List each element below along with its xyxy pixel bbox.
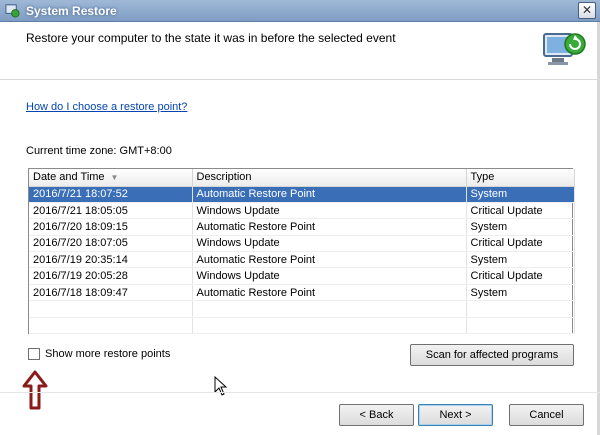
table-row[interactable]: 2016/7/20 18:07:05 Windows Update Critical… [29, 235, 575, 253]
mouse-cursor-icon [214, 376, 228, 396]
page-heading: Restore your computer to the state it wa… [26, 31, 396, 45]
table-cell: Windows Update [192, 235, 467, 253]
table-cell: 2016/7/20 18:07:05 [29, 235, 193, 253]
table-cell: Automatic Restore Point [192, 284, 467, 302]
system-restore-app-icon [5, 4, 20, 18]
table-cell: Windows Update [192, 202, 467, 220]
table-cell [29, 317, 193, 335]
table-row [29, 317, 575, 335]
show-more-label[interactable]: Show more restore points [45, 348, 170, 360]
table-cell: Critical Update [466, 202, 575, 220]
restore-computer-graphic [543, 33, 586, 65]
column-header-description-label: Description [196, 171, 252, 184]
table-cell: Critical Update [466, 267, 575, 285]
close-button[interactable]: ✕ [578, 2, 596, 19]
table-row[interactable]: 2016/7/20 18:09:15 Automatic Restore Poin… [29, 218, 575, 236]
footer-divider [0, 392, 600, 393]
show-more-checkbox[interactable] [28, 348, 40, 360]
table-cell: Automatic Restore Point [192, 186, 467, 203]
column-header-type-label: Type [470, 171, 495, 184]
column-header-date[interactable]: Date and Time ▼ [29, 169, 193, 187]
table-cell: Windows Update [192, 267, 467, 285]
table-cell: 2016/7/20 18:09:15 [29, 218, 193, 236]
table-cell: Critical Update [466, 235, 575, 253]
help-link[interactable]: How do I choose a restore point? [26, 101, 187, 113]
table-cell: 2016/7/18 18:09:47 [29, 284, 193, 302]
table-cell: 2016/7/21 18:07:52 [29, 186, 193, 203]
table-cell [192, 317, 467, 335]
table-cell [466, 300, 575, 318]
table-row[interactable]: 2016/7/19 20:05:28 Windows Update Critical… [29, 267, 575, 285]
restore-points-table[interactable]: Date and Time ▼ Description Type 2016/7/2… [28, 168, 575, 335]
table-cell: System [466, 251, 575, 269]
title-bar: System Restore ✕ [0, 0, 600, 22]
column-header-description[interactable]: Description [192, 169, 467, 187]
table-row[interactable]: 2016/7/21 18:05:05 Windows Update Critical… [29, 202, 575, 220]
table-header-row: Date and Time ▼ Description Type [29, 169, 575, 187]
scan-programs-button[interactable]: Scan for affected programs [410, 344, 574, 366]
table-cell: System [466, 218, 575, 236]
table-row[interactable]: 2016/7/21 18:07:52 Automatic Restore Poin… [29, 186, 575, 203]
table-cell: System [466, 186, 575, 203]
up-arrow-annotation-icon [22, 370, 48, 410]
table-row [29, 300, 575, 318]
header-panel: Restore your computer to the state it wa… [0, 22, 600, 80]
table-cell [466, 317, 575, 335]
table-cell: System [466, 284, 575, 302]
table-cell: 2016/7/19 20:05:28 [29, 267, 193, 285]
window-title: System Restore [26, 4, 117, 18]
timezone-label: Current time zone: GMT+8:00 [26, 145, 172, 157]
table-cell [29, 300, 193, 318]
next-button[interactable]: Next > [418, 404, 493, 426]
cancel-button[interactable]: Cancel [509, 404, 584, 426]
table-cell: Automatic Restore Point [192, 218, 467, 236]
table-cell [192, 300, 467, 318]
column-header-type[interactable]: Type [466, 169, 575, 187]
table-row[interactable]: 2016/7/19 20:35:14 Automatic Restore Poin… [29, 251, 575, 269]
table-cell: 2016/7/21 18:05:05 [29, 202, 193, 220]
table-row[interactable]: 2016/7/18 18:09:47 Automatic Restore Poin… [29, 284, 575, 302]
close-icon: ✕ [581, 3, 593, 17]
back-button[interactable]: < Back [339, 404, 414, 426]
column-header-date-label: Date and Time [33, 171, 105, 184]
sort-down-icon: ▼ [110, 173, 119, 183]
table-cell: 2016/7/19 20:35:14 [29, 251, 193, 269]
table-cell: Automatic Restore Point [192, 251, 467, 269]
